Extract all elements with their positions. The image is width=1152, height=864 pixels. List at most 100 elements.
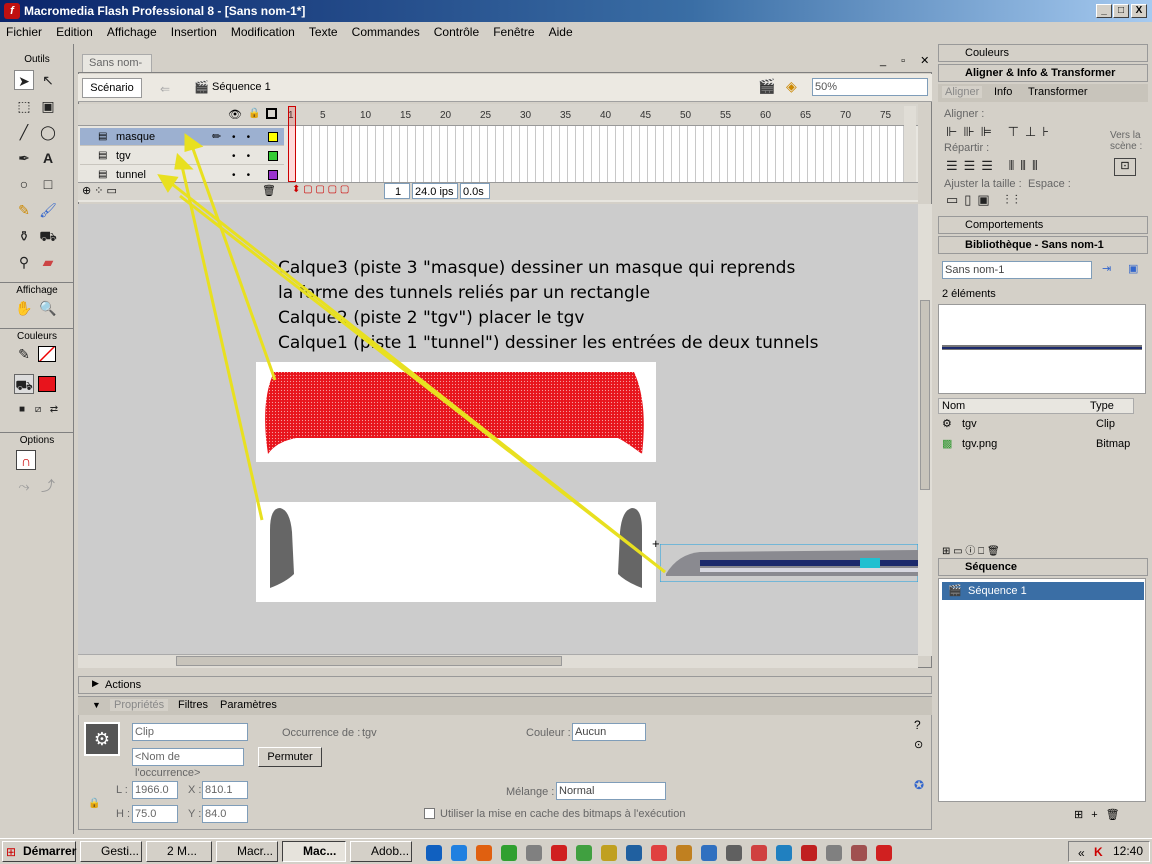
size-icons[interactable]: ▭▯▣ ⫶⫶ (946, 192, 1024, 208)
lasso-tool-icon[interactable]: ◯ (38, 122, 58, 142)
sequence-toolbar-icons[interactable]: ⊞+🗑 (1074, 808, 1128, 821)
tunnel-entrances[interactable] (256, 502, 656, 602)
tgv-train[interactable] (660, 544, 918, 582)
task-adob[interactable]: Adob... (350, 841, 412, 862)
tab-proprietes[interactable]: Propriétés (110, 699, 169, 711)
antivirus-icon[interactable]: K (1094, 845, 1103, 859)
add-layer-icon[interactable]: ⊕ ⁘ ▭ (82, 184, 117, 197)
align-panel-header[interactable]: Aligner & Info & Transformer (938, 64, 1148, 82)
pen-tool-icon[interactable]: ✒ (14, 148, 34, 168)
quick-launch-icon[interactable] (426, 845, 442, 861)
scenario-button[interactable]: Scénario (82, 78, 142, 98)
eye-icon[interactable]: 👁 (228, 108, 242, 121)
hand-tool-icon[interactable]: ✋ (14, 298, 34, 318)
line-tool-icon[interactable]: ╱ (14, 122, 34, 142)
edit-symbol-icon[interactable]: ◈ (786, 78, 797, 95)
magnet-icon[interactable]: ∩ (16, 450, 36, 470)
col-type[interactable]: Type (1090, 400, 1114, 412)
brush-tool-icon[interactable]: 🖌 (38, 200, 58, 220)
trash-icon[interactable]: 🗑 (262, 184, 276, 197)
outline-icon[interactable] (266, 108, 277, 119)
to-stage-icon[interactable]: ⊡ (1114, 158, 1136, 176)
expand-arrow-icon[interactable]: ▶ (92, 678, 99, 689)
cache-checkbox[interactable] (424, 808, 435, 819)
swap-colors-icon[interactable]: ⇄ (44, 400, 64, 420)
blend-select[interactable]: Normal (556, 782, 666, 800)
stroke-color-icon[interactable]: ✎ (14, 344, 34, 364)
center-frame-icon[interactable]: ⬍ ▢ ▢ ▢ ▢ (292, 184, 349, 195)
doc-window-controls[interactable]: _ ▫ ✕ (880, 54, 935, 67)
tab-aligner[interactable]: Aligner (942, 86, 983, 98)
task-macr[interactable]: Macr... (216, 841, 278, 862)
quick-launch-icon[interactable] (551, 845, 567, 861)
quick-launch-icon[interactable] (776, 845, 792, 861)
menu-texte[interactable]: Texte (303, 22, 343, 39)
maximize-button[interactable]: □ (1113, 4, 1129, 18)
free-transform-icon[interactable]: ⬚ (14, 96, 34, 116)
menu-commandes[interactable]: Commandes (346, 22, 425, 39)
align-icons[interactable]: ⊩⊪⊫ ⊤⊥⊦ (946, 124, 1055, 140)
close-button[interactable]: X (1131, 4, 1147, 18)
sequence-panel-header[interactable]: Séquence (938, 558, 1148, 576)
height-input[interactable]: 75.0 (132, 805, 178, 823)
quick-launch-icon[interactable] (601, 845, 617, 861)
quick-launch-icon[interactable] (851, 845, 867, 861)
frame-grid[interactable] (288, 126, 914, 182)
menu-modification[interactable]: Modification (225, 22, 300, 39)
quick-launch-icon[interactable] (476, 845, 492, 861)
library-select[interactable]: Sans nom-1 (942, 261, 1092, 279)
tab-transformer[interactable]: Transformer (1028, 86, 1088, 98)
bibliotheque-header[interactable]: Bibliothèque - Sans nom-1 (938, 236, 1148, 254)
quick-launch-icon[interactable] (726, 845, 742, 861)
menu-edition[interactable]: Edition (50, 22, 98, 39)
fill-color-swatch[interactable] (38, 376, 56, 392)
width-input[interactable]: 1966.0 (132, 781, 178, 799)
sequence-item[interactable]: Séquence 1 (942, 582, 1144, 600)
document-tab[interactable]: Sans nom-1* (82, 54, 152, 85)
menu-aide[interactable]: Aide (543, 22, 578, 39)
stroke-color-swatch[interactable] (38, 346, 56, 362)
straighten-icon[interactable]: ⤴ (38, 476, 58, 496)
quick-launch-icon[interactable] (751, 845, 767, 861)
edit-icon[interactable]: ⊙ (914, 738, 923, 751)
fill-color-icon[interactable]: ⛟ (14, 374, 34, 394)
paint-bucket-icon[interactable]: ⛟ (38, 226, 58, 246)
layer-tgv[interactable]: tgv (80, 147, 284, 165)
flash-icon[interactable]: f (4, 3, 20, 19)
lock-proportions-icon[interactable]: 🔒 (88, 798, 100, 809)
quick-launch-icon[interactable] (626, 845, 642, 861)
timeline-vscroll[interactable] (904, 106, 916, 182)
accessibility-icon[interactable]: ✪ (914, 778, 924, 792)
subselection-tool-icon[interactable]: ↖ (38, 70, 58, 90)
text-tool-icon[interactable]: A (38, 148, 58, 168)
actions-panel-header[interactable]: Actions (78, 676, 932, 694)
ink-bottle-icon[interactable]: ⚱ (14, 226, 34, 246)
pencil-tool-icon[interactable]: ✎ (14, 200, 34, 220)
layer-masque[interactable]: masque (80, 128, 284, 146)
smooth-icon[interactable]: ⤳ (14, 476, 34, 496)
symbol-type-select[interactable]: Clip (132, 723, 248, 741)
back-arrow-icon[interactable]: ⇐ (160, 82, 170, 96)
comportements-header[interactable]: Comportements (938, 216, 1148, 234)
pin-icon[interactable]: ⇥ (1102, 262, 1111, 275)
oval-tool-icon[interactable]: ○ (14, 174, 34, 194)
gradient-transform-icon[interactable]: ▣ (38, 96, 58, 116)
menu-fenetre[interactable]: Fenêtre (487, 22, 539, 39)
hscroll-thumb[interactable] (176, 656, 562, 666)
quick-launch-icon[interactable] (451, 845, 467, 861)
col-nom[interactable]: Nom (942, 400, 965, 412)
menu-controle[interactable]: Contrôle (428, 22, 484, 39)
swap-button[interactable]: Permuter (258, 747, 322, 767)
y-input[interactable]: 84.0 (202, 805, 248, 823)
library-toolbar-icons[interactable]: ⊞ ▭ ⓘ ⎕ 🗑 (942, 542, 1000, 557)
quick-launch-icon[interactable] (676, 845, 692, 861)
vscroll-thumb[interactable] (920, 300, 930, 490)
quick-launch-icon[interactable] (501, 845, 517, 861)
layer-color-swatch[interactable] (268, 151, 278, 161)
menu-fichier[interactable]: Fichier (0, 22, 47, 39)
distribute-icons[interactable]: ☰☰☰ ⦀⦀⦀ (946, 158, 1044, 174)
lock-icon[interactable]: 🔒 (248, 108, 260, 119)
couleurs-panel-header[interactable]: Couleurs (938, 44, 1148, 62)
selection-tool-icon[interactable]: ➤ (14, 70, 34, 90)
frame-rate[interactable]: 24.0 ips (412, 183, 458, 199)
